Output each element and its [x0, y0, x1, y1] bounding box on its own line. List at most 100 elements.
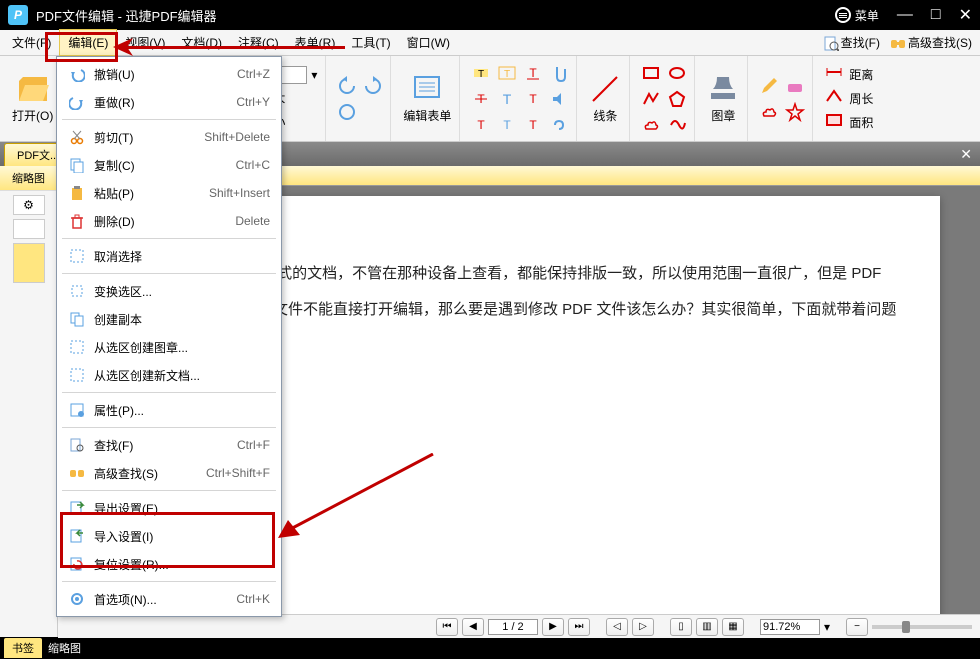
eraser-button[interactable]	[784, 75, 806, 97]
text-insert-button[interactable]: T	[496, 114, 518, 136]
side-thumb-1[interactable]	[13, 243, 45, 283]
freeform-button[interactable]	[666, 114, 688, 136]
menu-file[interactable]: 文件(F)	[4, 30, 59, 55]
menu-document[interactable]: 文档(D)	[173, 30, 230, 55]
polyline-button[interactable]	[640, 88, 662, 110]
layout-facing-button[interactable]: ▦	[722, 618, 744, 636]
menu-window[interactable]: 窗口(W)	[399, 30, 458, 55]
paste-shortcut: Shift+Insert	[209, 186, 270, 200]
menu-paste[interactable]: 粘贴(P)Shift+Insert	[60, 179, 278, 207]
menu-copy[interactable]: 复制(C)Ctrl+C	[60, 151, 278, 179]
rotate-right-button[interactable]	[362, 75, 384, 97]
sidebar-thumbnail-label: 缩略图	[12, 173, 45, 185]
rect-shape-button[interactable]	[640, 62, 662, 84]
bookmark-tab[interactable]: 书签	[4, 638, 42, 658]
zoom-out-mini-button[interactable]: −	[846, 618, 868, 636]
polygon-button[interactable]	[666, 88, 688, 110]
distance-button[interactable]: 距离	[823, 64, 875, 86]
sidebar-thumbnail-tab[interactable]: 缩略图	[0, 166, 57, 191]
layout-cont-button[interactable]: ▥	[696, 618, 718, 636]
close-icon[interactable]: ✕	[959, 5, 972, 25]
edit-form-button[interactable]: 编辑表单	[401, 71, 453, 126]
svg-text:T: T	[478, 69, 484, 80]
menu-preferences[interactable]: 首选项(N)...Ctrl+K	[60, 585, 278, 613]
burger-icon	[835, 7, 851, 23]
prev-page-button[interactable]: ◀	[462, 618, 484, 636]
stamp-icon	[707, 73, 739, 105]
layout-single-button[interactable]: ▯	[670, 618, 692, 636]
text-squiggly-button[interactable]: T	[522, 114, 544, 136]
highlight-cloud-button[interactable]	[758, 101, 780, 123]
menu-export-settings[interactable]: 导出设置(E)	[60, 494, 278, 522]
menu-reset-settings[interactable]: 复位设置(R)...	[60, 550, 278, 578]
lines-button[interactable]: 线条	[587, 71, 623, 126]
perimeter-button[interactable]: 周长	[823, 88, 875, 110]
rotate-left-button[interactable]	[336, 75, 358, 97]
text-highlight-button[interactable]: T	[470, 62, 492, 84]
menu-adv-find[interactable]: 高级查找(S)Ctrl+Shift+F	[60, 459, 278, 487]
attachment-button[interactable]	[548, 62, 570, 84]
side-gear-icon[interactable]: ⚙	[13, 195, 45, 215]
sound-button[interactable]	[548, 88, 570, 110]
menu-tool[interactable]: 工具(T)	[343, 30, 398, 55]
stamp-label: 图章	[711, 107, 735, 124]
annotation-arrow-line-1	[120, 46, 345, 49]
app-menu-label: 菜单	[855, 7, 879, 24]
area-icon	[825, 113, 845, 133]
menu-create-doc[interactable]: 从选区创建新文档...	[60, 361, 278, 389]
zoom-input[interactable]	[760, 619, 820, 635]
app-menu-button[interactable]: 菜单	[835, 7, 879, 24]
text-caret-button[interactable]: T	[522, 88, 544, 110]
text-replace-button[interactable]: T	[470, 114, 492, 136]
first-page-button[interactable]: ⏮	[436, 618, 458, 636]
adv-find-button[interactable]: 高级查找(S)	[886, 32, 976, 53]
edit-menu-dropdown: 撤销(U)Ctrl+Z 重做(R)Ctrl+Y 剪切(T)Shift+Delet…	[56, 56, 282, 617]
menu-find[interactable]: 查找(F)Ctrl+F	[60, 431, 278, 459]
menu-properties[interactable]: 属性(P)...	[60, 396, 278, 424]
page-input[interactable]	[488, 619, 538, 635]
zoom-dropdown-icon[interactable]: ▾	[824, 620, 830, 634]
pencil-button[interactable]	[758, 75, 780, 97]
menu-delete[interactable]: 删除(D)Delete	[60, 207, 278, 235]
dropdown-icon[interactable]: ▾	[311, 68, 317, 82]
text-underline-button[interactable]: T	[522, 62, 544, 84]
menu-deselect[interactable]: 取消选择	[60, 242, 278, 270]
annotation-arrow-head-1	[113, 38, 137, 58]
star-button[interactable]	[784, 101, 806, 123]
side-tool-icon[interactable]	[13, 219, 45, 239]
menu-duplicate[interactable]: 创建副本	[60, 305, 278, 333]
maximize-icon[interactable]: □	[931, 6, 941, 24]
nav-back-button[interactable]: ◁	[606, 618, 628, 636]
create-stamp-icon	[68, 338, 86, 356]
menu-form[interactable]: 表单(R)	[287, 30, 344, 55]
thumb-tab[interactable]: 缩略图	[48, 640, 81, 656]
cloud-shape-button[interactable]	[640, 114, 662, 136]
text-box-button[interactable]: T	[496, 62, 518, 84]
open-button[interactable]: 打开(O)	[10, 71, 55, 126]
area-button[interactable]: 面积	[823, 112, 875, 134]
last-page-button[interactable]: ⏭	[568, 618, 590, 636]
menu-create-stamp[interactable]: 从选区创建图章...	[60, 333, 278, 361]
cut-label: 剪切(T)	[94, 129, 196, 146]
menu-cut[interactable]: 剪切(T)Shift+Delete	[60, 123, 278, 151]
tab-close-icon[interactable]: ✕	[960, 146, 972, 163]
menu-import-settings[interactable]: 导入设置(I)	[60, 522, 278, 550]
find-button[interactable]: 查找(F)	[819, 32, 884, 53]
zoom-slider[interactable]	[872, 625, 972, 629]
menu-edit[interactable]: 编辑(E)	[59, 29, 117, 56]
text-tool-button[interactable]: T	[496, 88, 518, 110]
paste-icon	[68, 184, 86, 202]
nav-forward-button[interactable]: ▷	[632, 618, 654, 636]
menu-transform[interactable]: 变换选区...	[60, 277, 278, 305]
menu-undo[interactable]: 撤销(U)Ctrl+Z	[60, 60, 278, 88]
ellipse-shape-button[interactable]	[666, 62, 688, 84]
lines-label: 线条	[593, 107, 617, 124]
text-strikethrough-button[interactable]: T	[470, 88, 492, 110]
menu-redo[interactable]: 重做(R)Ctrl+Y	[60, 88, 278, 116]
menu-comment[interactable]: 注释(C)	[230, 30, 287, 55]
minimize-icon[interactable]: —	[897, 6, 913, 24]
stamp-button[interactable]: 图章	[705, 71, 741, 126]
next-page-button[interactable]: ▶	[542, 618, 564, 636]
rotate-180-button[interactable]	[336, 101, 358, 123]
link-button[interactable]	[548, 114, 570, 136]
